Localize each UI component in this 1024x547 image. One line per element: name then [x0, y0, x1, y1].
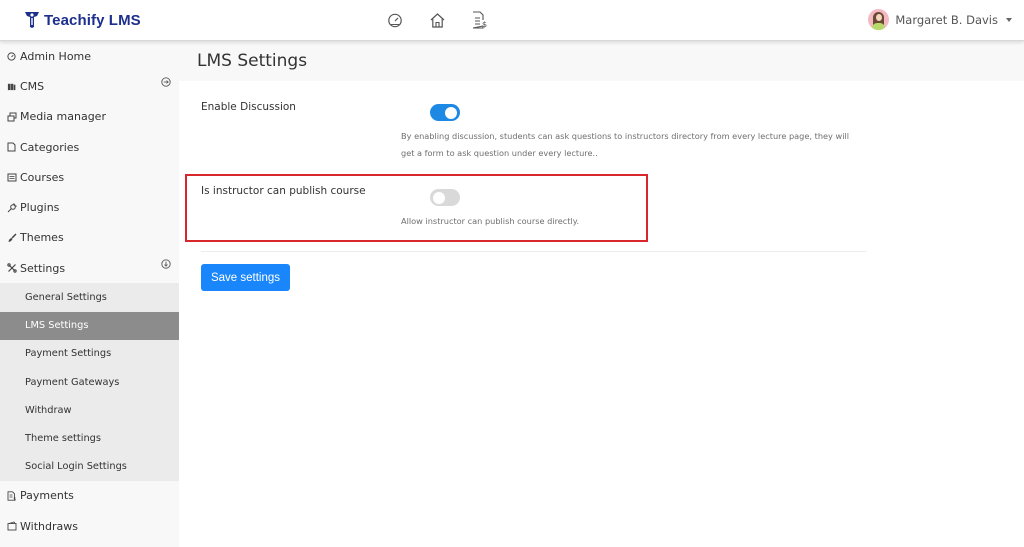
- gauge-icon: [6, 51, 17, 62]
- sidebar-item-media-manager[interactable]: Media manager: [0, 102, 179, 132]
- sidebar-item-label: Withdraws: [20, 519, 78, 533]
- invoice-icon: $: [6, 490, 17, 501]
- help-text-line: By enabling discussion, students can ask…: [401, 131, 850, 141]
- avatar: [868, 9, 890, 30]
- folder-icon: [6, 142, 17, 153]
- sidebar-item-label: Courses: [20, 170, 65, 184]
- enable-discussion-toggle[interactable]: [430, 104, 460, 121]
- sidebar-item-settings[interactable]: Settings: [0, 253, 179, 283]
- toggle-knob: [433, 191, 445, 204]
- submenu-item-payment-gateways[interactable]: Payment Gateways: [0, 368, 179, 396]
- submenu-item-social-login-settings[interactable]: Social Login Settings: [0, 453, 179, 481]
- instructor-publish-help: Allow instructor can publish course dire…: [401, 216, 580, 226]
- sidebar-item-label: Plugins: [20, 201, 60, 215]
- user-name: Margaret B. Davis: [895, 12, 998, 27]
- brand-logo[interactable]: Teachify LMS: [24, 11, 141, 29]
- submenu-item-general-settings[interactable]: General Settings: [0, 283, 179, 311]
- collapse-toggle-icon[interactable]: [161, 77, 171, 87]
- main-content: LMS Settings Enable Discussion By enabli…: [179, 41, 1024, 547]
- sidebar-item-payments[interactable]: $ Payments: [0, 481, 179, 511]
- divider: [201, 251, 866, 252]
- wallet-icon: [6, 521, 17, 532]
- submenu-item-lms-settings[interactable]: LMS Settings: [0, 311, 179, 340]
- sidebar-item-label: Admin Home: [20, 49, 92, 63]
- page-title: LMS Settings: [197, 51, 308, 71]
- submenu-item-payment-settings[interactable]: Payment Settings: [0, 340, 179, 368]
- instructor-publish-toggle[interactable]: [430, 189, 460, 206]
- images-icon: [6, 111, 17, 122]
- plug-icon: [6, 202, 17, 213]
- dashboard-gauge-icon[interactable]: [385, 10, 405, 30]
- sidebar-item-cms[interactable]: CMS: [0, 71, 179, 101]
- sidebar: Admin Home CMS Media manager Categories …: [0, 41, 179, 547]
- save-settings-button[interactable]: Save settings: [201, 264, 290, 291]
- sidebar-item-withdraws[interactable]: Withdraws: [0, 511, 179, 541]
- sidebar-item-label: Categories: [20, 140, 80, 154]
- sidebar-item-label: Payments: [20, 489, 74, 503]
- toggle-knob: [445, 106, 457, 119]
- chevron-down-icon: [1006, 17, 1012, 22]
- top-nav-icons: $: [385, 10, 489, 30]
- submenu-item-theme-settings[interactable]: Theme settings: [0, 424, 179, 452]
- sidebar-item-admin-home[interactable]: Admin Home: [0, 41, 179, 71]
- submenu-item-withdraw[interactable]: Withdraw: [0, 396, 179, 424]
- page-header: LMS Settings: [179, 41, 1024, 81]
- brush-icon: [6, 232, 17, 243]
- tools-icon: [6, 263, 17, 274]
- setting-label: Enable Discussion: [201, 101, 296, 113]
- sidebar-item-courses[interactable]: Courses: [0, 162, 179, 192]
- enable-discussion-help: By enabling discussion, students can ask…: [401, 128, 871, 162]
- svg-text:$: $: [482, 20, 487, 29]
- setting-instructor-publish: Is instructor can publish course: [201, 184, 366, 197]
- brand-name: Teachify LMS: [44, 11, 141, 29]
- book-icon: [6, 81, 17, 92]
- sidebar-item-plugins[interactable]: Plugins: [0, 192, 179, 222]
- sidebar-item-label: Settings: [20, 261, 66, 275]
- course-icon: [6, 172, 17, 183]
- sidebar-item-themes[interactable]: Themes: [0, 223, 179, 253]
- logo-icon: [25, 12, 39, 28]
- top-navbar: Teachify LMS $ Margaret B. Davis: [0, 0, 1024, 41]
- invoice-dollar-icon[interactable]: $: [469, 10, 489, 30]
- expand-toggle-icon[interactable]: [161, 259, 171, 269]
- setting-enable-discussion: Enable Discussion: [201, 100, 296, 113]
- sidebar-item-label: Themes: [20, 231, 64, 245]
- sidebar-item-label: CMS: [20, 79, 45, 93]
- home-icon[interactable]: [427, 10, 447, 30]
- sidebar-item-categories[interactable]: Categories: [0, 132, 179, 162]
- svg-text:$: $: [13, 496, 16, 501]
- help-text-line: get a form to ask question under every l…: [401, 148, 598, 158]
- setting-label: Is instructor can publish course: [201, 185, 366, 197]
- settings-submenu: General Settings LMS Settings Payment Se…: [0, 283, 179, 481]
- sidebar-item-label: Media manager: [20, 110, 106, 124]
- user-menu[interactable]: Margaret B. Davis: [868, 9, 1012, 30]
